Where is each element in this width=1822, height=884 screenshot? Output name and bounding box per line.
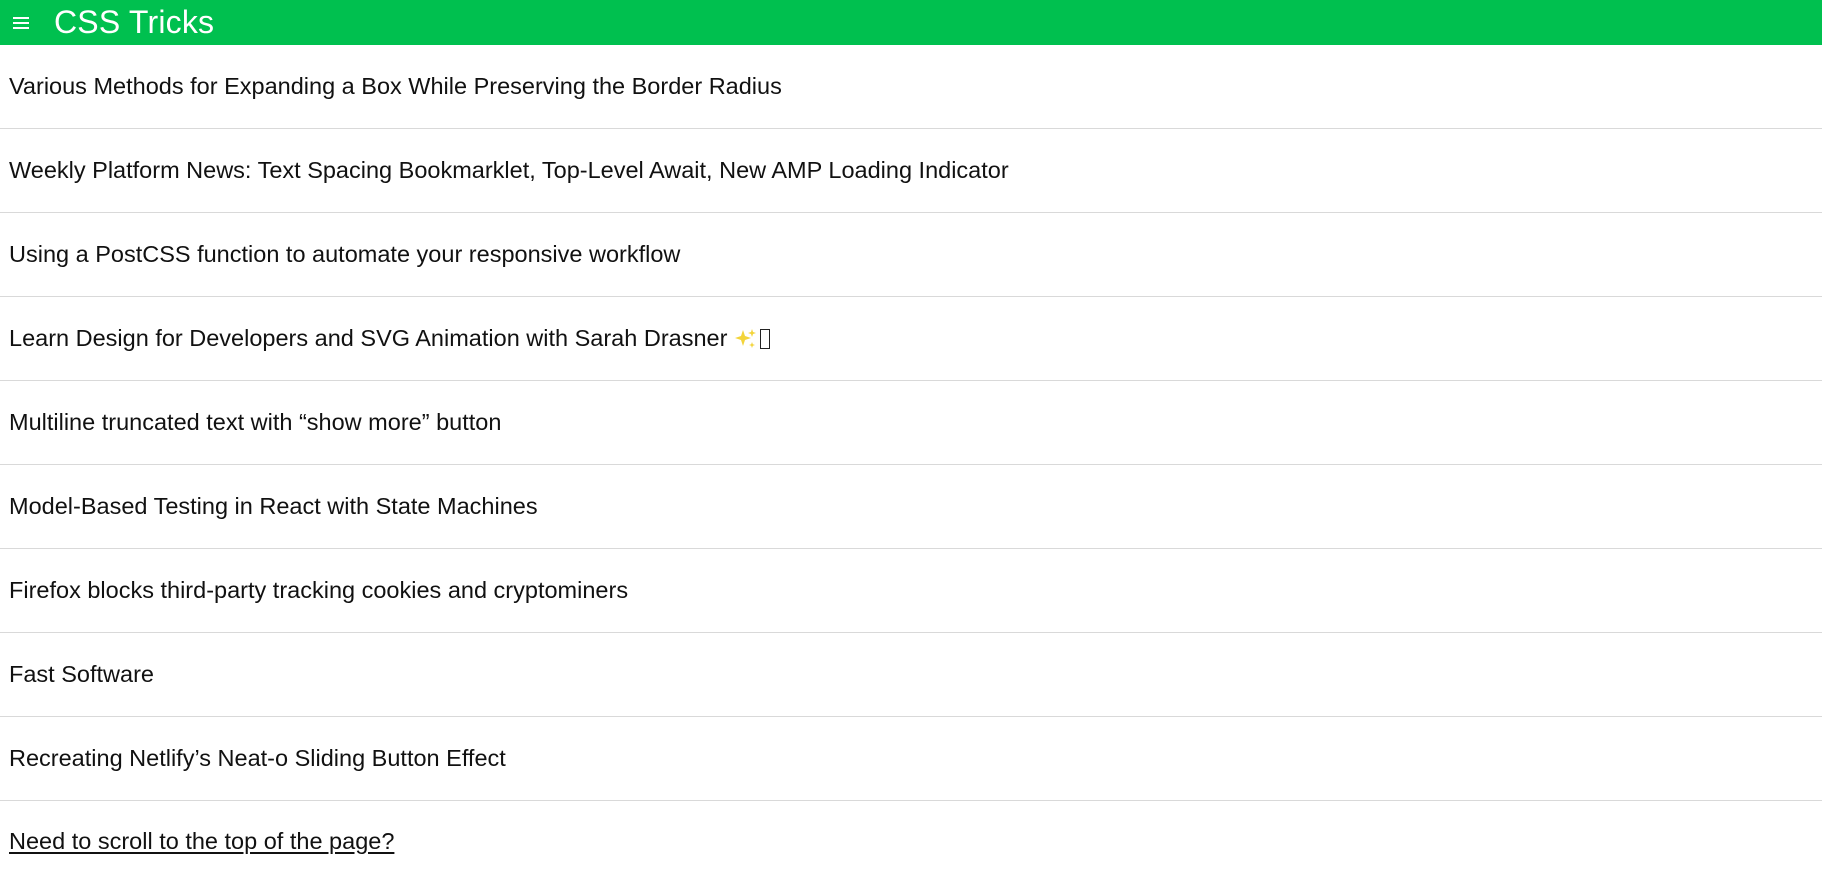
sparkles-icon — [735, 328, 757, 348]
hamburger-menu-icon — [13, 16, 29, 29]
article-title[interactable]: Model-Based Testing in React with State … — [9, 493, 538, 520]
article-title[interactable]: Learn Design for Developers and SVG Anim… — [9, 325, 727, 352]
menu-button[interactable] — [2, 0, 40, 45]
missing-glyph-icon — [760, 328, 771, 349]
article-list: Various Methods for Expanding a Box Whil… — [0, 45, 1822, 801]
article-item[interactable]: Firefox blocks third-party tracking cook… — [0, 549, 1822, 633]
article-item[interactable]: Multiline truncated text with “show more… — [0, 381, 1822, 465]
article-title[interactable]: Firefox blocks third-party tracking cook… — [9, 577, 628, 604]
article-title[interactable]: Recreating Netlify’s Neat-o Sliding Butt… — [9, 745, 506, 772]
article-item[interactable]: Learn Design for Developers and SVG Anim… — [0, 297, 1822, 381]
article-title[interactable]: Fast Software — [9, 661, 154, 688]
article-title[interactable]: Various Methods for Expanding a Box Whil… — [9, 73, 782, 100]
app-header: CSS Tricks — [0, 0, 1822, 45]
article-item[interactable]: Weekly Platform News: Text Spacing Bookm… — [0, 129, 1822, 213]
article-item[interactable]: Model-Based Testing in React with State … — [0, 465, 1822, 549]
scroll-to-top-link[interactable]: Need to scroll to the top of the page? — [9, 828, 394, 855]
article-item[interactable]: Various Methods for Expanding a Box Whil… — [0, 45, 1822, 129]
article-item[interactable]: Using a PostCSS function to automate you… — [0, 213, 1822, 297]
article-item[interactable]: Recreating Netlify’s Neat-o Sliding Butt… — [0, 717, 1822, 801]
app-title: CSS Tricks — [54, 4, 215, 40]
footer: Need to scroll to the top of the page? — [0, 801, 1822, 881]
article-title[interactable]: Using a PostCSS function to automate you… — [9, 241, 680, 268]
article-title[interactable]: Multiline truncated text with “show more… — [9, 409, 501, 436]
article-item[interactable]: Fast Software — [0, 633, 1822, 717]
article-title[interactable]: Weekly Platform News: Text Spacing Bookm… — [9, 157, 1009, 184]
